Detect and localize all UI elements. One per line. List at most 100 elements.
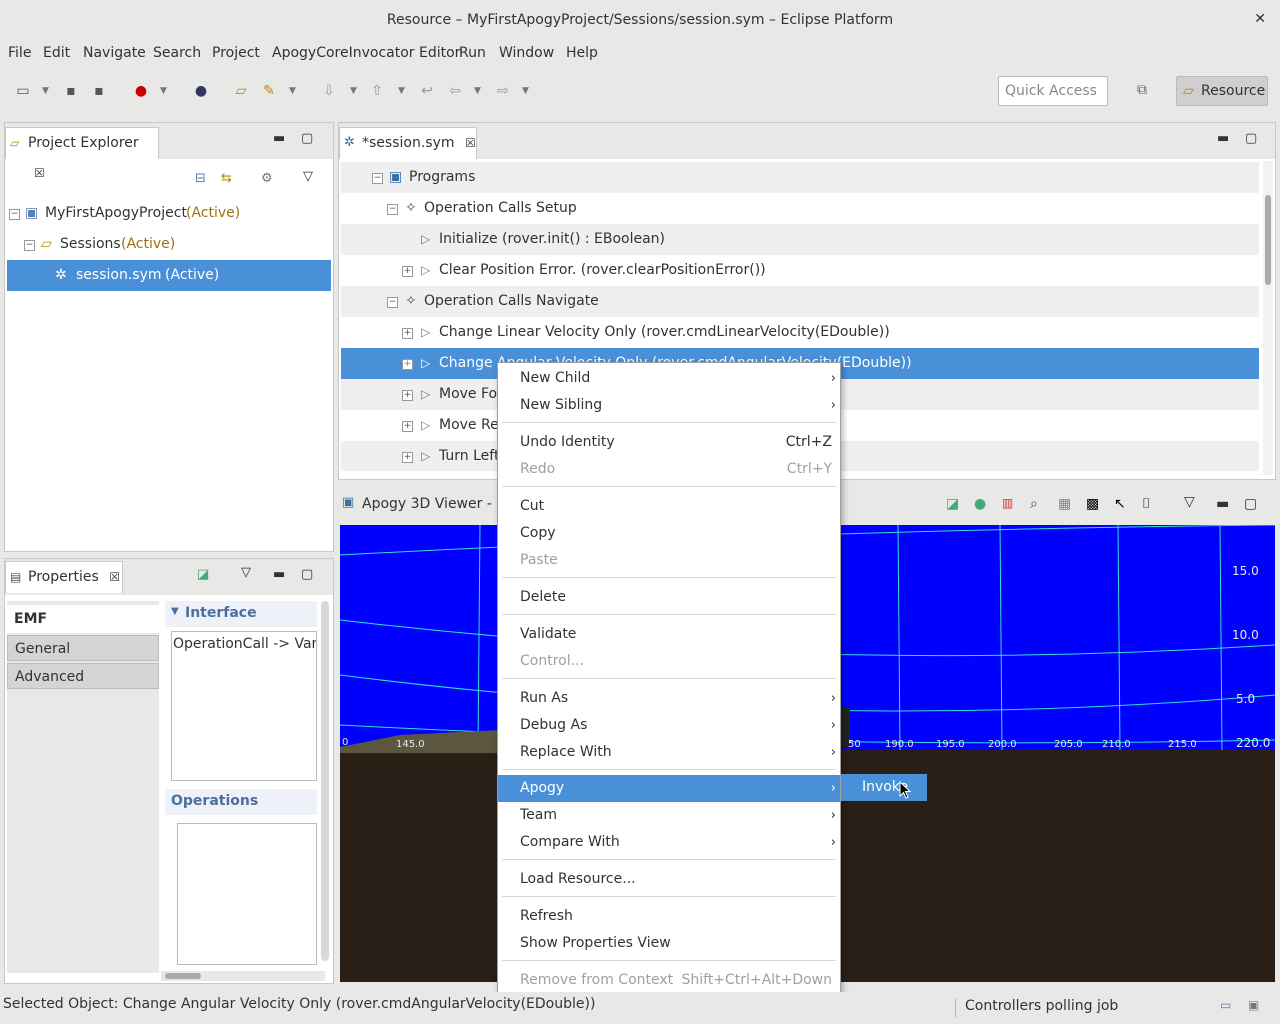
perspective-resource-button[interactable]: ▱ Resource [1176,76,1268,106]
scrollbar-thumb[interactable] [165,973,201,979]
scrollbar-thumb[interactable] [1265,195,1271,285]
minimize-icon[interactable]: ▬ [1217,131,1229,146]
operations-section-header[interactable]: Operations [165,789,317,815]
view-menu-icon[interactable]: ▽ [303,169,313,184]
tree-item-sessions[interactable]: − ▱ Sessions (Active) [5,229,331,260]
filter-icon[interactable]: ⚙ [261,171,273,186]
maximize-icon[interactable]: ▢ [301,131,313,146]
expand-icon[interactable]: + [402,452,413,463]
minimize-icon[interactable]: ▬ [273,131,285,146]
menu-item-show-properties-view[interactable]: Show Properties View [498,930,840,957]
collapse-all-icon[interactable]: ⊟ [195,171,206,186]
tree-item-project[interactable]: − ▣ MyFirstApogyProject (Active) [5,198,331,229]
minimize-icon[interactable]: ▬ [1216,496,1229,512]
collapse-icon[interactable]: − [387,297,398,308]
properties-tab-general[interactable]: General [7,635,159,661]
menu-item-remove-from-context[interactable]: Remove from Context Shift+Ctrl+Alt+Down [498,967,840,994]
menu-item-paste[interactable]: Paste [498,547,840,574]
menu-apogycoreinvocator-editor[interactable]: ApogyCoreInvocator Editor [272,38,460,68]
menu-search[interactable]: Search [153,38,201,68]
open-perspective-icon[interactable]: ⧉ [1137,82,1147,98]
debug-icon[interactable]: ● [132,82,150,100]
menu-file[interactable]: File [8,38,31,68]
menu-item-load-resource[interactable]: Load Resource... [498,866,840,893]
window-close-button[interactable]: ✕ [1254,0,1266,38]
close-icon[interactable]: ☒ [465,136,476,150]
tab-project-explorer[interactable]: ▱ Project Explorer ☒ [5,127,159,180]
collapse-icon[interactable]: − [387,204,398,215]
maximize-icon[interactable]: ▢ [301,567,313,582]
tree-item-session-sym[interactable]: ✲ session.sym (Active) [7,260,331,291]
quick-access-input[interactable]: Quick Access [998,76,1108,106]
properties-horizontal-scrollbar[interactable] [161,971,325,981]
properties-vertical-scrollbar[interactable] [321,601,329,961]
expand-icon[interactable]: + [402,266,413,277]
menu-item-replace-with[interactable]: Replace With › [498,739,840,766]
close-icon[interactable]: ☒ [34,166,45,180]
chevron-down-icon[interactable]: ▼ [160,82,170,100]
view-menu-icon[interactable]: ▽ [241,565,251,580]
tree-row-initialize[interactable]: ▷ Initialize (rover.init() : EBoolean) [341,224,1259,255]
submenu-item-invoke[interactable]: Invoke [841,774,927,801]
menu-item-debug-as[interactable]: Debug As › [498,712,840,739]
chevron-down-icon[interactable]: ▼ [398,82,408,100]
menu-item-validate[interactable]: Validate [498,621,840,648]
save-icon[interactable]: ▪ [62,82,80,100]
maximize-icon[interactable]: ▢ [1245,131,1257,146]
menu-item-run-as[interactable]: Run As › [498,685,840,712]
forward-icon[interactable]: ⇨ [494,82,512,100]
chevron-down-icon[interactable]: ▼ [42,82,52,100]
arrow-icon[interactable]: ↖ [1114,496,1126,512]
interface-text-area[interactable]: OperationCall -> Variab [171,631,317,781]
pattern-icon[interactable]: ▩ [1086,496,1099,512]
expand-icon[interactable]: + [402,421,413,432]
progress-view-icon[interactable]: ▭ [1220,998,1231,1012]
trim-stack-icon[interactable]: ▣ [1248,998,1259,1012]
last-edit-icon[interactable]: ↩ [418,82,436,100]
menu-item-new-child[interactable]: New Child › [498,365,840,392]
tab-session-sym[interactable]: ✲ *session.sym ☒ [339,127,477,159]
tree-row-programs[interactable]: − ▣ Programs [341,162,1259,193]
menu-item-refresh[interactable]: Refresh [498,903,840,930]
menu-item-copy[interactable]: Copy [498,520,840,547]
link-with-editor-icon[interactable]: ⇆ [221,171,232,186]
menu-item-control[interactable]: Control... [498,648,840,675]
collapse-icon[interactable]: − [9,209,20,220]
operations-list[interactable] [177,823,317,965]
tree-row-change-linear-velocity[interactable]: + ▷ Change Linear Velocity Only (rover.c… [341,317,1259,348]
save-all-icon[interactable]: ▪ [90,82,108,100]
back-icon[interactable]: ⇦ [446,82,464,100]
menu-item-new-sibling[interactable]: New Sibling › [498,392,840,419]
close-icon[interactable]: ☒ [109,570,120,584]
menu-item-delete[interactable]: Delete [498,584,840,611]
globe-icon[interactable]: ● [192,82,210,100]
menu-item-team[interactable]: Team › [498,802,840,829]
chevron-down-icon[interactable]: ▼ [350,82,360,100]
menu-help[interactable]: Help [566,38,598,68]
next-annotation-icon[interactable]: ⇩ [320,82,338,100]
menu-item-cut[interactable]: Cut [498,493,840,520]
properties-tab-advanced[interactable]: Advanced [7,663,159,689]
tree-row-operation-calls-setup[interactable]: − ✧ Operation Calls Setup [341,193,1259,224]
view-menu-icon[interactable]: ▽ [1184,494,1195,510]
tree-row-operation-calls-navigate[interactable]: − ✧ Operation Calls Navigate [341,286,1259,317]
camera-icon[interactable]: ⌷ [1142,496,1150,512]
export-icon[interactable]: ◪ [946,496,959,512]
expand-icon[interactable]: + [402,390,413,401]
prev-annotation-icon[interactable]: ⇧ [368,82,386,100]
chevron-down-icon[interactable]: ▼ [289,82,299,100]
minimize-icon[interactable]: ▬ [273,567,285,582]
menu-navigate[interactable]: Navigate [83,38,146,68]
interface-section-header[interactable]: ▼ Interface [165,601,317,627]
tree-row-clear-position-error[interactable]: + ▷ Clear Position Error. (rover.clearPo… [341,255,1259,286]
menu-item-undo-identity[interactable]: Undo Identity Ctrl+Z [498,429,840,456]
properties-tab-emf-documentation[interactable]: EMF Documentation [7,605,159,655]
chart-icon[interactable]: ▥ [1002,496,1013,510]
expand-icon[interactable]: + [402,359,413,370]
refresh-icon[interactable]: ● [974,496,986,512]
menu-window[interactable]: Window [499,38,554,68]
grid-icon[interactable]: ▦ [1058,496,1071,512]
pencil-icon[interactable]: ✎ [260,82,278,100]
tab-properties[interactable]: ▤ Properties ☒ [5,561,123,593]
collapse-icon[interactable]: − [372,173,383,184]
